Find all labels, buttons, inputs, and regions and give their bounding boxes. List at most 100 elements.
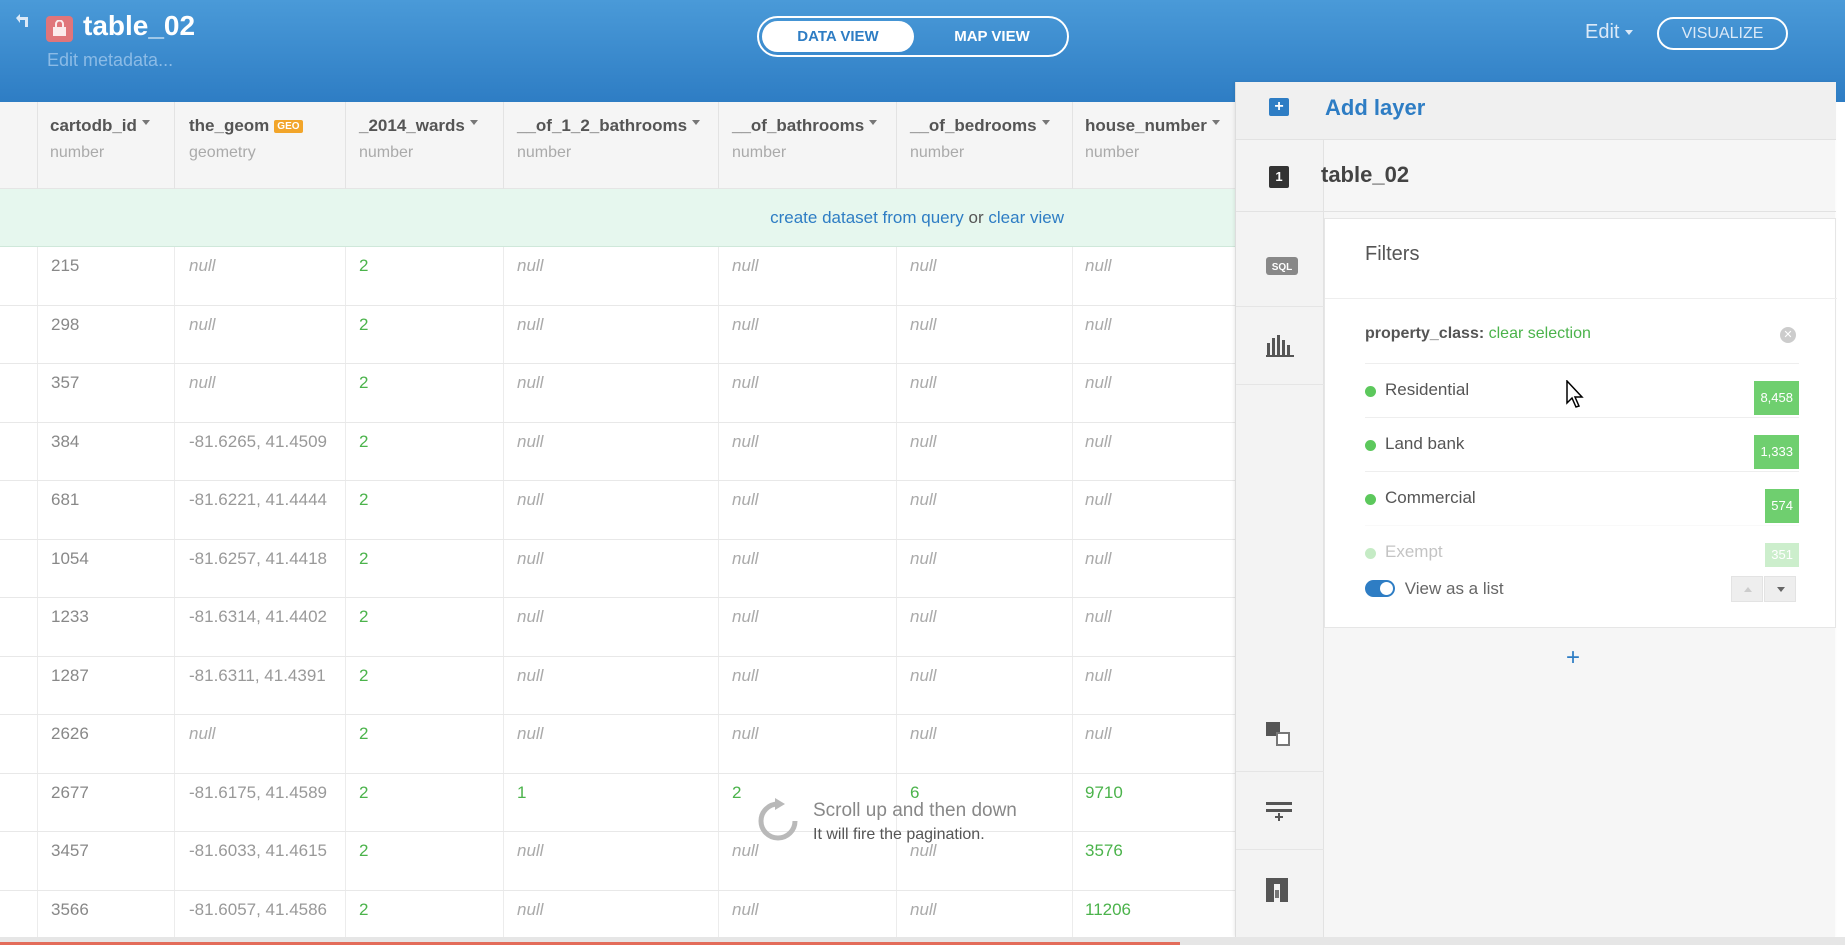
filters-tool[interactable] bbox=[1236, 307, 1324, 385]
table-cell[interactable]: 2 bbox=[359, 481, 368, 519]
table-cell[interactable]: null bbox=[910, 306, 936, 344]
table-cell[interactable]: null bbox=[517, 891, 543, 929]
table-cell[interactable]: null bbox=[1085, 247, 1111, 285]
table-cell[interactable]: null bbox=[189, 715, 215, 753]
column-menu-icon[interactable] bbox=[141, 120, 150, 125]
column-header-house-number[interactable]: house_number number bbox=[1085, 116, 1220, 162]
table-cell[interactable]: null bbox=[910, 891, 936, 929]
table-cell[interactable]: null bbox=[517, 306, 543, 344]
table-cell[interactable]: null bbox=[1085, 364, 1111, 402]
data-view-tab[interactable]: DATA VIEW bbox=[762, 21, 914, 52]
column-header-cartodb-id[interactable]: cartodb_id number bbox=[50, 116, 150, 162]
close-icon[interactable]: ✕ bbox=[1780, 327, 1796, 343]
table-cell[interactable]: 3457 bbox=[51, 832, 89, 870]
add-row-tool[interactable] bbox=[1236, 772, 1324, 850]
table-cell[interactable]: -81.6057, 41.4586 bbox=[189, 891, 327, 929]
view-as-list-toggle[interactable]: View as a list bbox=[1365, 579, 1504, 599]
layer-row[interactable]: 1 table_02 bbox=[1236, 140, 1836, 212]
table-cell[interactable]: 2 bbox=[359, 657, 368, 695]
table-cell[interactable]: null bbox=[732, 306, 758, 344]
table-cell[interactable]: null bbox=[1085, 306, 1111, 344]
column-menu-icon[interactable] bbox=[1041, 120, 1050, 125]
table-cell[interactable]: 2626 bbox=[51, 715, 89, 753]
filter-category[interactable]: Exempt 351 bbox=[1365, 525, 1799, 567]
table-cell[interactable]: null bbox=[1085, 598, 1111, 636]
table-cell[interactable]: -81.6265, 41.4509 bbox=[189, 423, 327, 461]
table-cell[interactable]: null bbox=[517, 598, 543, 636]
table-cell[interactable]: null bbox=[732, 657, 758, 695]
table-cell[interactable]: 298 bbox=[51, 306, 79, 344]
table-cell[interactable]: null bbox=[517, 481, 543, 519]
table-cell[interactable]: null bbox=[910, 657, 936, 695]
map-view-tab[interactable]: MAP VIEW bbox=[919, 21, 1065, 52]
clear-selection-link[interactable]: clear selection bbox=[1489, 325, 1591, 342]
table-cell[interactable]: null bbox=[732, 598, 758, 636]
table-cell[interactable]: 2 bbox=[359, 832, 368, 870]
column-menu-icon[interactable] bbox=[469, 120, 478, 125]
table-cell[interactable]: 2 bbox=[359, 306, 368, 344]
table-row[interactable]: 298 null 2 null null null null bbox=[0, 306, 1236, 364]
table-cell[interactable]: 215 bbox=[51, 247, 79, 285]
table-row[interactable]: 2626 null 2 null null null null bbox=[0, 715, 1236, 774]
table-cell[interactable]: null bbox=[517, 364, 543, 402]
column-header-of-1-2-bathrooms[interactable]: __of_1_2_bathrooms number bbox=[517, 116, 701, 162]
table-cell[interactable]: null bbox=[1085, 481, 1111, 519]
table-cell[interactable]: -81.6314, 41.4402 bbox=[189, 598, 327, 636]
edit-metadata-link[interactable]: Edit metadata... bbox=[47, 50, 173, 71]
table-cell[interactable]: 2 bbox=[732, 774, 741, 812]
column-header-of-bathrooms[interactable]: __of_bathrooms number bbox=[732, 116, 878, 162]
back-arrow-icon[interactable] bbox=[12, 12, 34, 34]
table-cell[interactable]: null bbox=[1085, 657, 1111, 695]
add-analysis-button[interactable]: + bbox=[1566, 644, 1580, 672]
visualize-button[interactable]: VISUALIZE bbox=[1657, 17, 1788, 50]
table-cell[interactable]: null bbox=[517, 657, 543, 695]
table-cell[interactable]: 2 bbox=[359, 423, 368, 461]
table-cell[interactable]: 1054 bbox=[51, 540, 89, 578]
add-layer-row[interactable]: + Add layer bbox=[1236, 82, 1836, 140]
table-cell[interactable]: null bbox=[1085, 715, 1111, 753]
table-cell[interactable]: null bbox=[910, 540, 936, 578]
table-row[interactable]: 384 -81.6265, 41.4509 2 null null null null bbox=[0, 423, 1236, 481]
table-cell[interactable]: null bbox=[732, 423, 758, 461]
scroll-down-button[interactable] bbox=[1764, 576, 1796, 602]
add-column-tool[interactable] bbox=[1236, 850, 1324, 928]
table-cell[interactable]: null bbox=[732, 715, 758, 753]
table-cell[interactable]: null bbox=[910, 423, 936, 461]
column-menu-icon[interactable] bbox=[692, 120, 701, 125]
table-row[interactable]: 357 null 2 null null null null bbox=[0, 364, 1236, 423]
column-menu-icon[interactable] bbox=[1211, 120, 1220, 125]
table-row[interactable]: 215 null 2 null null null null bbox=[0, 247, 1236, 306]
table-row[interactable]: 1233 -81.6314, 41.4402 2 null null null null bbox=[0, 598, 1236, 657]
table-cell[interactable]: 2 bbox=[359, 247, 368, 285]
table-cell[interactable]: null bbox=[1085, 540, 1111, 578]
table-cell[interactable]: 2677 bbox=[51, 774, 89, 812]
add-layer-label[interactable]: Add layer bbox=[1325, 95, 1425, 121]
table-cell[interactable]: null bbox=[732, 247, 758, 285]
table-cell[interactable]: 681 bbox=[51, 481, 79, 519]
table-row[interactable]: 681 -81.6221, 41.4444 2 null null null null bbox=[0, 481, 1236, 540]
layer-name[interactable]: table_02 bbox=[1321, 162, 1409, 188]
sql-tool[interactable]: SQL bbox=[1236, 229, 1324, 307]
filter-category[interactable]: Commercial 574 bbox=[1365, 471, 1799, 525]
table-cell[interactable]: null bbox=[517, 832, 543, 870]
table-cell[interactable]: 2 bbox=[359, 774, 368, 812]
table-cell[interactable]: -81.6221, 41.4444 bbox=[189, 481, 327, 519]
table-cell[interactable]: null bbox=[517, 247, 543, 285]
table-cell[interactable]: 3576 bbox=[1085, 832, 1123, 870]
column-header-of-bedrooms[interactable]: __of_bedrooms number bbox=[910, 116, 1050, 162]
table-cell[interactable]: -81.6033, 41.4615 bbox=[189, 832, 327, 870]
table-cell[interactable]: null bbox=[189, 247, 215, 285]
table-cell[interactable]: null bbox=[910, 598, 936, 636]
table-cell[interactable]: null bbox=[517, 540, 543, 578]
table-cell[interactable]: 2 bbox=[359, 364, 368, 402]
table-cell[interactable]: 384 bbox=[51, 423, 79, 461]
table-cell[interactable]: -81.6175, 41.4589 bbox=[189, 774, 327, 812]
add-layer-icon[interactable]: + bbox=[1269, 98, 1289, 116]
table-cell[interactable]: null bbox=[910, 715, 936, 753]
table-cell[interactable]: 1 bbox=[517, 774, 526, 812]
filter-category[interactable]: Land bank 1,333 bbox=[1365, 417, 1799, 471]
clear-view-link[interactable]: clear view bbox=[988, 208, 1064, 227]
table-cell[interactable]: null bbox=[517, 423, 543, 461]
table-cell[interactable]: 11206 bbox=[1085, 891, 1131, 929]
table-cell[interactable]: 2 bbox=[359, 540, 368, 578]
